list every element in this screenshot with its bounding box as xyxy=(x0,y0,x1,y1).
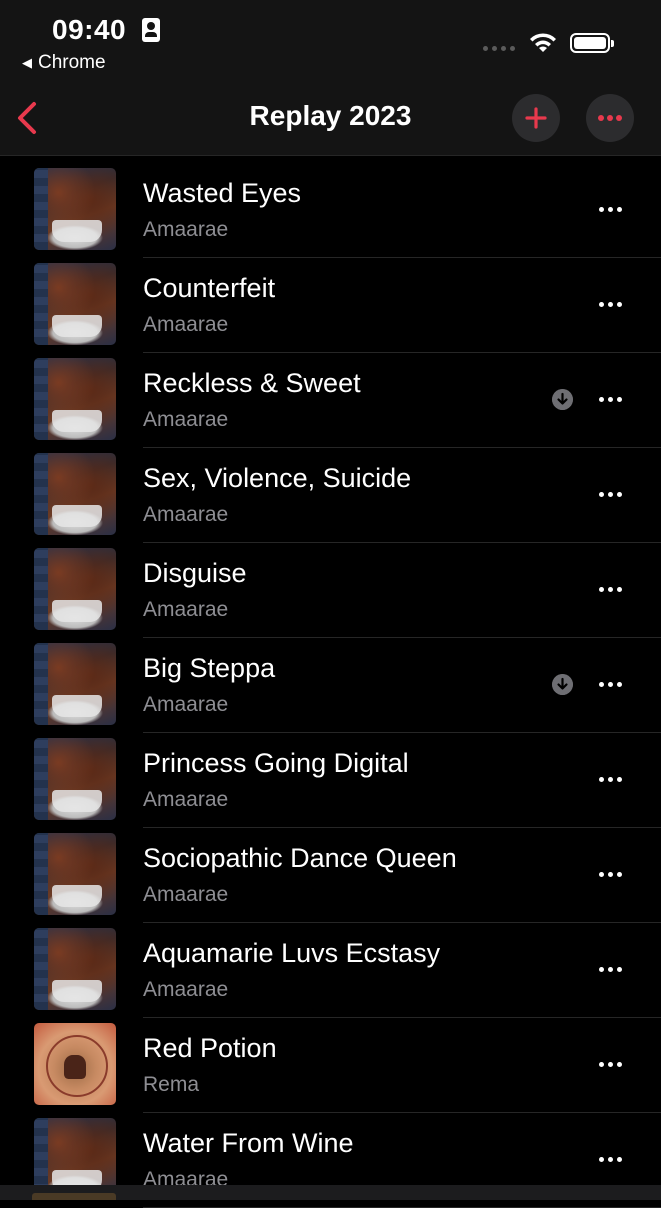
track-more-button[interactable] xyxy=(592,862,628,886)
album-art xyxy=(34,358,116,440)
track-title: Disguise xyxy=(143,558,247,588)
page-title: Replay 2023 xyxy=(249,100,412,131)
add-button[interactable] xyxy=(512,94,560,142)
track-more-button[interactable] xyxy=(592,577,628,601)
album-art xyxy=(34,928,116,1010)
track-artist: Amaarae xyxy=(143,883,229,906)
track-artist: Amaarae xyxy=(143,693,229,716)
track-list: Wasted Eyes Amaarae Counterfeit Amaarae … xyxy=(0,163,661,1208)
track-row[interactable]: Princess Going Digital Amaarae xyxy=(0,733,661,828)
ellipsis-icon xyxy=(598,115,622,121)
more-options-button[interactable] xyxy=(586,94,634,142)
downloaded-icon xyxy=(552,389,573,410)
track-artist: Amaarae xyxy=(143,788,229,811)
track-more-button[interactable] xyxy=(592,1147,628,1171)
track-title: Big Steppa xyxy=(143,653,276,683)
back-triangle-icon: ◀ xyxy=(22,55,32,70)
track-more-button[interactable] xyxy=(592,292,628,316)
track-more-button[interactable] xyxy=(592,957,628,981)
album-art xyxy=(34,643,116,725)
track-artist: Amaarae xyxy=(143,503,229,526)
track-row[interactable]: Sociopathic Dance Queen Amaarae xyxy=(0,828,661,923)
status-time: 09:40 xyxy=(52,14,127,45)
track-title: Sex, Violence, Suicide xyxy=(143,463,412,493)
album-art xyxy=(34,453,116,535)
album-art xyxy=(34,168,116,250)
track-more-button[interactable] xyxy=(592,1052,628,1076)
back-to-app-link[interactable]: ◀ Chrome xyxy=(22,52,106,74)
status-bar: 09:40 ◀ Chrome xyxy=(0,0,661,80)
nav-bar: Replay 2023 xyxy=(0,80,661,156)
wifi-icon xyxy=(530,33,556,52)
track-artist: Amaarae xyxy=(143,218,229,241)
track-title: Sociopathic Dance Queen xyxy=(143,843,457,873)
album-art xyxy=(34,263,116,345)
track-artist: Rema xyxy=(143,1073,200,1096)
track-title: Red Potion xyxy=(143,1033,277,1063)
track-title: Wasted Eyes xyxy=(143,178,302,208)
id-card-icon xyxy=(142,18,160,42)
track-artist: Amaarae xyxy=(143,978,229,1001)
track-title: Reckless & Sweet xyxy=(143,368,361,398)
track-more-button[interactable] xyxy=(592,482,628,506)
track-more-button[interactable] xyxy=(592,672,628,696)
track-row[interactable]: Reckless & Sweet Amaarae xyxy=(0,353,661,448)
track-title: Aquamarie Luvs Ecstasy xyxy=(143,938,441,968)
track-title: Water From Wine xyxy=(143,1128,354,1158)
album-art xyxy=(34,1023,116,1105)
mini-player-edge xyxy=(0,1185,661,1200)
back-app-label: Chrome xyxy=(38,52,106,73)
album-art xyxy=(34,548,116,630)
track-title: Princess Going Digital xyxy=(143,748,409,778)
track-more-button[interactable] xyxy=(592,387,628,411)
track-row[interactable]: Disguise Amaarae xyxy=(0,543,661,638)
track-more-button[interactable] xyxy=(592,197,628,221)
track-row[interactable]: Big Steppa Amaarae xyxy=(0,638,661,733)
track-row[interactable]: Sex, Violence, Suicide Amaarae xyxy=(0,448,661,543)
track-row[interactable]: Red Potion Rema xyxy=(0,1018,661,1113)
album-art xyxy=(34,738,116,820)
downloaded-icon xyxy=(552,674,573,695)
track-artist: Amaarae xyxy=(143,598,229,621)
cellular-signal-icon xyxy=(483,46,515,51)
album-art xyxy=(34,833,116,915)
track-more-button[interactable] xyxy=(592,767,628,791)
track-title: Counterfeit xyxy=(143,273,276,303)
plus-icon xyxy=(525,107,547,129)
battery-icon xyxy=(570,33,614,53)
track-artist: Amaarae xyxy=(143,313,229,336)
track-row[interactable]: Wasted Eyes Amaarae xyxy=(0,163,661,258)
track-artist: Amaarae xyxy=(143,408,229,431)
track-row[interactable]: Aquamarie Luvs Ecstasy Amaarae xyxy=(0,923,661,1018)
track-row[interactable]: Counterfeit Amaarae xyxy=(0,258,661,353)
